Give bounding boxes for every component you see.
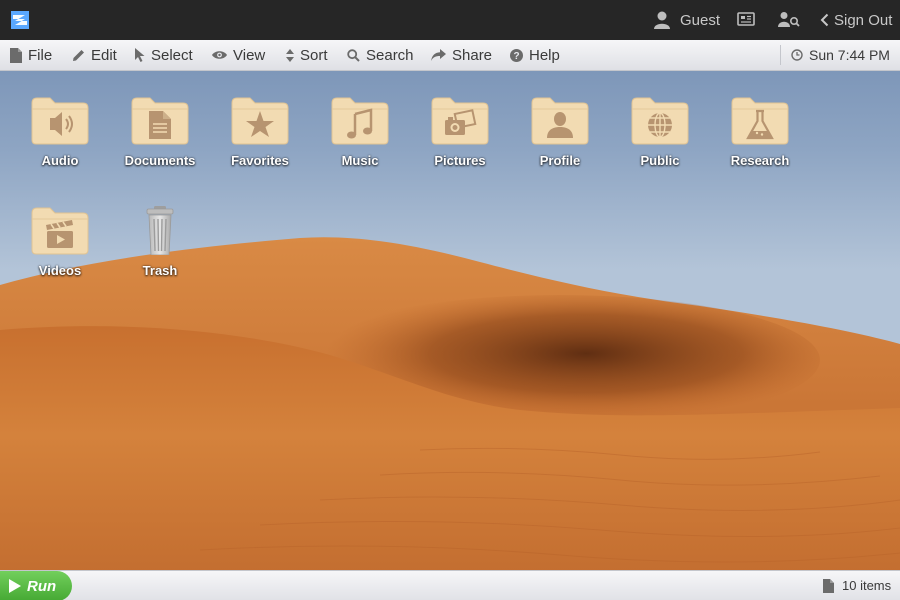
- cursor-icon: [135, 47, 145, 62]
- file-icon: [10, 47, 22, 63]
- menu-bar: File Edit Select View Sort Search Share …: [0, 40, 900, 71]
- svg-text:?: ?: [513, 51, 519, 62]
- menu-search[interactable]: Search: [347, 40, 414, 70]
- menu-sort[interactable]: Sort: [286, 40, 328, 70]
- user-search-icon[interactable]: [778, 11, 800, 27]
- menu-file[interactable]: File: [10, 40, 52, 70]
- menu-edit[interactable]: Edit: [72, 40, 117, 70]
- folder-globe-icon: [631, 97, 689, 145]
- folder-clapperboard-icon: [31, 207, 89, 255]
- folder-flask-icon: [731, 97, 789, 145]
- user-name: Guest: [680, 11, 721, 29]
- menu-edit-label: Edit: [91, 46, 117, 64]
- desktop-icon-videos[interactable]: Videos: [0, 205, 100, 305]
- menu-help[interactable]: ? Help: [510, 40, 560, 70]
- desktop-icon-public[interactable]: Public: [600, 95, 700, 195]
- menu-view[interactable]: View: [212, 40, 265, 70]
- user-icon: [654, 11, 670, 29]
- top-bar: Guest Sign Out: [0, 0, 900, 40]
- chevron-left-icon: [820, 13, 829, 27]
- menu-view-label: View: [233, 46, 266, 64]
- desktop-icon-label: Research: [730, 153, 790, 168]
- folder-person-icon: [531, 97, 589, 145]
- desktop-icon-documents[interactable]: Documents: [100, 95, 200, 195]
- pencil-icon: [73, 49, 84, 61]
- clock-text: Sun 7:44 PM: [809, 47, 890, 63]
- menu-search-label: Search: [366, 46, 414, 64]
- items-count-text: 10 items: [842, 578, 892, 593]
- desktop-icon-audio[interactable]: Audio: [0, 95, 100, 195]
- menu-select-label: Select: [151, 46, 193, 64]
- status-items-count: 10 items: [823, 571, 891, 600]
- search-icon: [347, 48, 360, 62]
- menu-share-label: Share: [452, 46, 493, 64]
- sign-out-label: Sign Out: [834, 11, 893, 29]
- folder-document-icon: [131, 97, 189, 145]
- desktop-icon-trash[interactable]: Trash: [100, 205, 200, 305]
- desktop-icon-label: Trash: [142, 263, 178, 278]
- folder-camera-icon: [431, 97, 489, 145]
- menu-help-label: Help: [529, 46, 560, 64]
- menu-share[interactable]: Share: [431, 40, 492, 70]
- desktop-icon-profile[interactable]: Profile: [500, 95, 600, 195]
- clock[interactable]: Sun 7:44 PM: [791, 40, 890, 70]
- app-logo-icon[interactable]: [11, 11, 29, 29]
- share-arrow-icon: [431, 49, 446, 61]
- menu-divider: [780, 45, 781, 65]
- desktop-icon-research[interactable]: Research: [700, 95, 800, 195]
- user-menu[interactable]: Guest: [654, 10, 720, 30]
- clock-icon: [791, 49, 803, 61]
- run-label: Run: [27, 577, 57, 595]
- desktop-icon-pictures[interactable]: Pictures: [400, 95, 500, 195]
- help-icon: ?: [510, 48, 523, 62]
- menu-select[interactable]: Select: [135, 40, 193, 70]
- eye-icon: [212, 51, 227, 59]
- menu-sort-label: Sort: [300, 46, 328, 64]
- desktop-icon-favorites[interactable]: Favorites: [200, 95, 300, 195]
- play-icon: [9, 579, 21, 593]
- sort-icon: [286, 48, 294, 62]
- document-icon: [823, 578, 834, 593]
- folder-speaker-icon: [31, 97, 89, 145]
- desktop-icon-music[interactable]: Music: [300, 95, 400, 195]
- run-button[interactable]: Run: [0, 571, 72, 600]
- news-icon[interactable]: [737, 11, 755, 27]
- folder-star-icon: [231, 97, 289, 145]
- bottom-bar: Run 10 items: [0, 570, 900, 600]
- menu-file-label: File: [28, 46, 53, 64]
- trash-icon: [146, 206, 174, 255]
- sign-out-button[interactable]: Sign Out: [820, 10, 892, 30]
- folder-music-note-icon: [331, 97, 389, 145]
